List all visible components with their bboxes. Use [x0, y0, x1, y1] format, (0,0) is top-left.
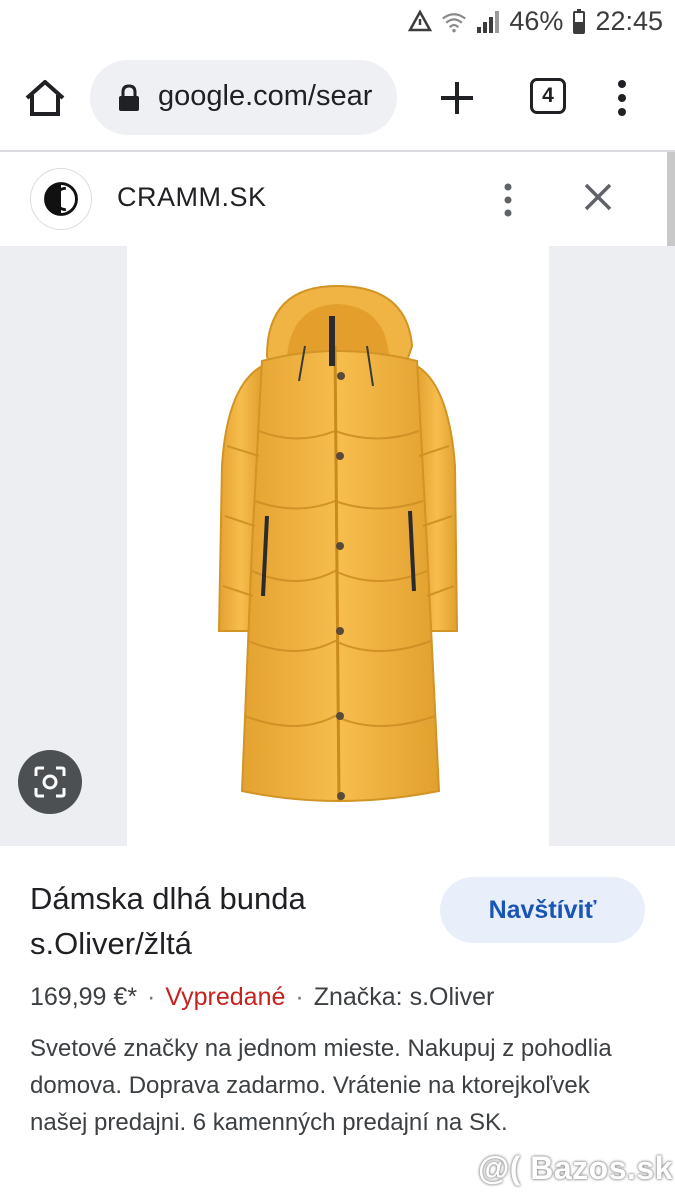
close-icon[interactable] — [583, 182, 613, 212]
new-tab-icon[interactable] — [438, 79, 476, 117]
source-header: CRAMM.SK — [0, 152, 675, 246]
tab-switcher-button[interactable]: 4 — [530, 78, 566, 114]
data-saver-icon — [408, 8, 433, 31]
product-description: Svetové značky na jednom mieste. Nakupuj… — [30, 1035, 612, 1136]
status-bar: 46% 22:45 — [0, 0, 675, 46]
watermark: @( Bazos.sk — [478, 1150, 673, 1186]
image-viewer — [0, 246, 675, 846]
product-title-line-2: s.Oliver/žltá — [30, 926, 192, 961]
clock: 22:45 — [595, 6, 663, 36]
wifi-icon — [442, 12, 467, 32]
product-meta: 169,99 €* · Vypredané · Značka: s.Oliver — [30, 983, 494, 1012]
more-menu-icon[interactable] — [612, 78, 632, 118]
browser-toolbar: google.com/sear 4 — [0, 46, 675, 150]
visit-button[interactable]: Navštíviť — [440, 877, 645, 943]
google-lens-button[interactable] — [18, 750, 82, 814]
separator: · — [147, 983, 156, 1011]
battery-icon — [573, 8, 586, 34]
source-options-icon[interactable] — [498, 182, 518, 218]
product-title[interactable]: Dámska dlhá bunda s.Oliver/žltá — [30, 876, 410, 966]
availability-status: Vypredané — [165, 983, 286, 1011]
battery-percent: 46% — [509, 6, 564, 36]
lens-icon — [34, 766, 66, 798]
brand: Značka: s.Oliver — [313, 983, 495, 1011]
signal-icon — [477, 10, 500, 33]
source-name[interactable]: CRAMM.SK — [117, 182, 267, 213]
lock-icon — [119, 84, 139, 111]
product-image[interactable] — [127, 246, 549, 846]
site-logo[interactable] — [30, 168, 92, 230]
yellow-coat-illustration — [217, 284, 459, 802]
price: 169,99 €* — [30, 983, 138, 1011]
url-text: google.com/sear — [158, 80, 373, 112]
product-title-line-1: Dámska dlhá bunda — [30, 881, 306, 916]
address-bar[interactable]: google.com/sear — [90, 60, 397, 135]
home-icon[interactable] — [22, 78, 68, 118]
separator: · — [295, 983, 304, 1011]
